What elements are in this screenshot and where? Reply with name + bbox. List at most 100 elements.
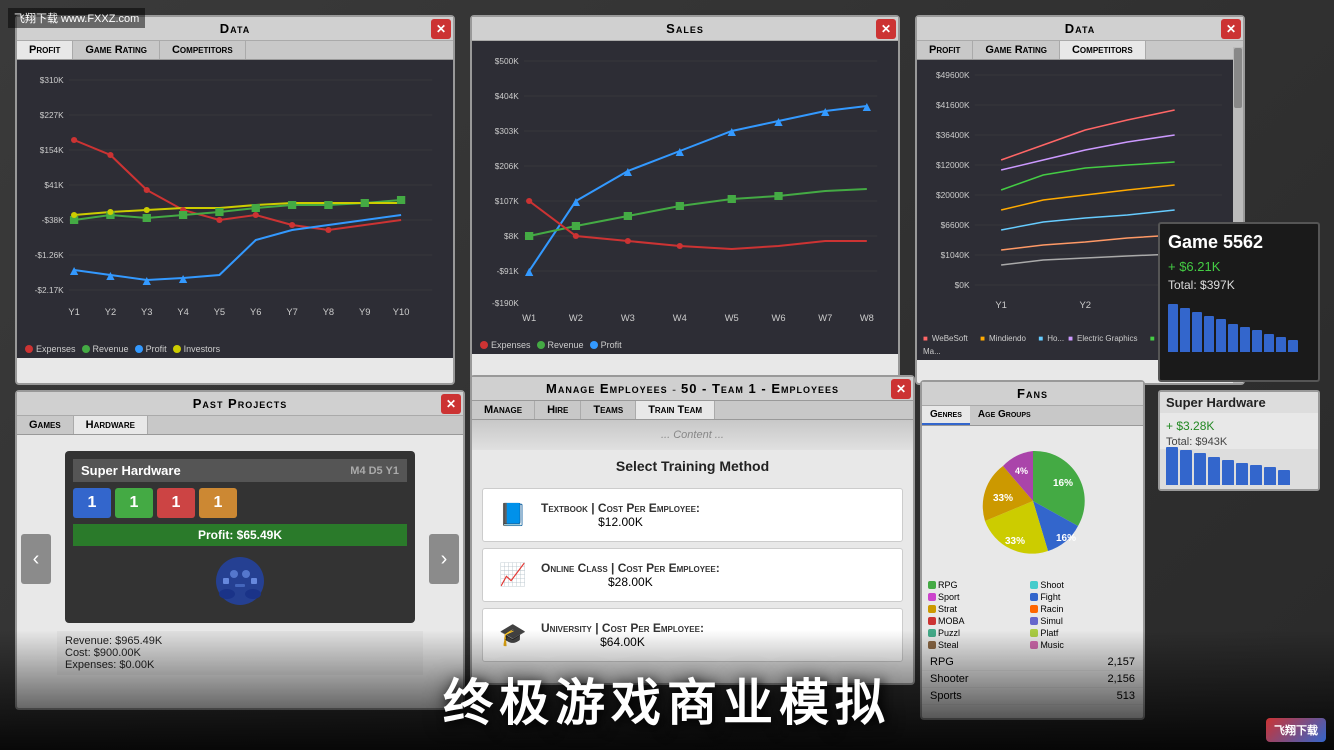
select-training-title: Select Training Method	[472, 450, 913, 482]
chinese-title: 终极游戏商业模拟	[443, 663, 891, 735]
chart-data-left: $310K $227K $154K $41K -$38K -$1.26K -$2…	[17, 60, 453, 340]
stat-expenses: Expenses: $0.00K	[65, 659, 415, 671]
genre-sport: Sport	[928, 592, 1028, 602]
tab-profit-left[interactable]: Profit	[17, 41, 73, 59]
genre-platf: Platf	[1030, 628, 1130, 638]
training-online[interactable]: 📈 Online Class | Cost Per Employee: $28.…	[482, 548, 903, 602]
svg-text:Y8: Y8	[323, 307, 334, 317]
sh-bar-5	[1222, 460, 1234, 485]
svg-text:$404K: $404K	[495, 92, 520, 101]
genre-steal: Steal	[928, 640, 1028, 650]
svg-text:33%: 33%	[993, 493, 1013, 504]
svg-text:Y2: Y2	[1079, 300, 1091, 310]
project-title-bar: Super Hardware M4 D5 Y1	[73, 459, 407, 482]
super-hardware-right-plus: + $3.28K	[1160, 417, 1318, 435]
svg-text:$41K: $41K	[44, 181, 64, 190]
genre-shoot: Shoot	[1030, 580, 1130, 590]
svg-text:$227K: $227K	[40, 111, 65, 120]
panel-sales: Sales ✕ $500K $404K $303K $206K $107K $8…	[470, 15, 900, 385]
panel-data-right-tabs: Profit Game Rating Competitors	[917, 41, 1243, 60]
game-right-total: Total: $397K	[1168, 278, 1310, 292]
tab-teams[interactable]: Teams	[581, 401, 636, 419]
genre-legend: RPG Shoot Sport Fight Strat Racin MOBA	[922, 576, 1143, 654]
svg-text:W1: W1	[522, 313, 536, 323]
tab-hardware[interactable]: Hardware	[74, 416, 148, 434]
svg-text:Y9: Y9	[359, 307, 370, 317]
training-textbook[interactable]: 📘 Textbook | Cost Per Employee: $12.00K	[482, 488, 903, 542]
svg-text:-$190K: -$190K	[492, 299, 519, 308]
fans-tabs: Genres Age Groups	[922, 406, 1143, 426]
tab-train-team[interactable]: Train Team	[636, 401, 715, 419]
svg-text:$303K: $303K	[495, 127, 520, 136]
controller-icon	[73, 554, 407, 609]
manage-employees-header: Manage Employees - 50 - Team 1 - Employe…	[472, 377, 913, 401]
bar-7	[1240, 327, 1250, 352]
tab-game-rating-right[interactable]: Game Rating	[973, 41, 1060, 59]
svg-text:W5: W5	[725, 313, 739, 323]
panel-super-hardware-right: Super Hardware + $3.28K Total: $943K	[1158, 390, 1320, 491]
hardware-project-card: Super Hardware M4 D5 Y1 1 1 1 1 Profit: …	[65, 451, 415, 623]
svg-text:Y1: Y1	[68, 307, 79, 317]
svg-text:Y4: Y4	[177, 307, 188, 317]
sh-bar-8	[1264, 467, 1276, 485]
manage-employees-close[interactable]: ✕	[891, 379, 911, 399]
university-text: University | Cost Per Employee: $64.00K	[541, 621, 704, 649]
panel-sales-close[interactable]: ✕	[876, 19, 896, 39]
chart-legend-sales: Expenses Revenue Profit	[472, 336, 898, 354]
fans-tab-age-groups[interactable]: Age Groups	[970, 406, 1039, 425]
svg-text:$41600K: $41600K	[936, 101, 970, 110]
nav-btn-prev[interactable]: ‹	[21, 534, 51, 584]
super-hardware-right-total: Total: $943K	[1160, 435, 1318, 449]
genre-simul: Simul	[1030, 616, 1130, 626]
legend-profit: Profit	[135, 344, 167, 354]
svg-text:$8K: $8K	[504, 232, 519, 241]
nav-btn-next[interactable]: ›	[429, 534, 459, 584]
past-projects-close[interactable]: ✕	[441, 394, 461, 414]
fans-tab-genres[interactable]: Genres	[922, 406, 970, 425]
fxxz-watermark: 飞翔下载	[1266, 718, 1326, 742]
tab-manage[interactable]: Manage	[472, 401, 535, 419]
svg-text:-$2.17K: -$2.17K	[35, 286, 65, 295]
svg-text:Y3: Y3	[141, 307, 152, 317]
svg-text:Y7: Y7	[286, 307, 297, 317]
svg-text:$6600K: $6600K	[941, 221, 970, 230]
manage-employees-title: Manage Employees - 50 - Team 1 - Employe…	[546, 381, 839, 396]
panel-data-left-close[interactable]: ✕	[431, 19, 451, 39]
bar-5	[1216, 319, 1226, 352]
tab-competitors-right[interactable]: Competitors	[1060, 41, 1146, 59]
chart-legend-left: Expenses Revenue Profit Investors	[17, 340, 453, 358]
score-box-3: 1	[157, 488, 195, 518]
game-right-plus: + $6.21K	[1168, 259, 1310, 274]
textbook-icon: 📘	[495, 497, 531, 533]
blurred-header: ... Content ...	[472, 420, 913, 450]
project-card-area: Super Hardware M4 D5 Y1 1 1 1 1 Profit: …	[17, 435, 463, 683]
svg-text:Y10: Y10	[393, 307, 410, 317]
svg-text:W4: W4	[673, 313, 687, 323]
panel-data-right-close[interactable]: ✕	[1221, 19, 1241, 39]
svg-text:$12000K: $12000K	[936, 161, 970, 170]
svg-text:Y5: Y5	[214, 307, 225, 317]
training-university[interactable]: 🎓 University | Cost Per Employee: $64.00…	[482, 608, 903, 662]
svg-text:W8: W8	[860, 313, 874, 323]
panel-data-left-tabs: Profit Game Rating Competitors	[17, 41, 453, 60]
tab-competitors-left[interactable]: Competitors	[160, 41, 246, 59]
panel-manage-employees: Manage Employees - 50 - Team 1 - Employe…	[470, 375, 915, 685]
genre-stat-sports: Sports 513	[922, 688, 1143, 705]
genre-moba: MOBA	[928, 616, 1028, 626]
university-icon: 🎓	[495, 617, 531, 653]
svg-text:$154K: $154K	[40, 146, 65, 155]
svg-text:16%: 16%	[1053, 478, 1073, 489]
tab-profit-right[interactable]: Profit	[917, 41, 973, 59]
genre-racin: Racin	[1030, 604, 1130, 614]
svg-text:W2: W2	[569, 313, 583, 323]
tab-hire[interactable]: Hire	[535, 401, 581, 419]
watermark: 飞翔下载 www.FXXZ.com	[8, 8, 145, 28]
bar-2	[1180, 308, 1190, 352]
tab-game-rating-left[interactable]: Game Rating	[73, 41, 160, 59]
svg-text:$206K: $206K	[495, 162, 520, 171]
svg-text:W3: W3	[621, 313, 635, 323]
online-text: Online Class | Cost Per Employee: $28.00…	[541, 561, 720, 589]
panel-data-right-title: Data	[917, 17, 1243, 41]
tab-games[interactable]: Games	[17, 416, 74, 434]
genre-stat-shooter: Shooter 2,156	[922, 671, 1143, 688]
